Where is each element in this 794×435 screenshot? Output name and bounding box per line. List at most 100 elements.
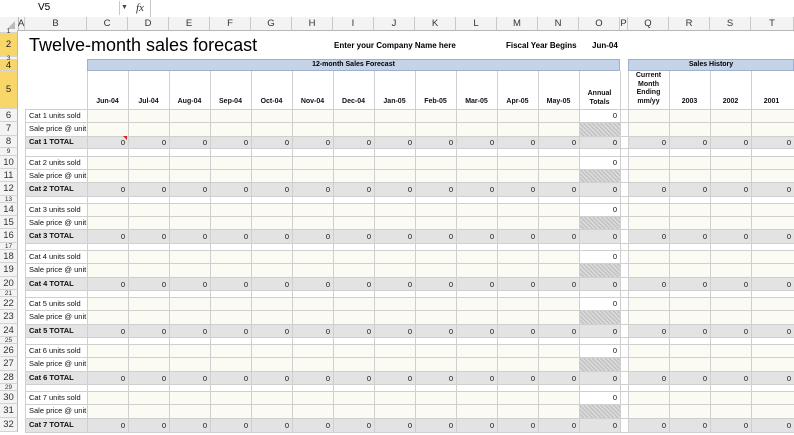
row-gridline bbox=[25, 156, 794, 157]
total-value: 0 bbox=[407, 280, 412, 289]
column-header-i[interactable]: I bbox=[333, 17, 374, 30]
total-value: 0 bbox=[661, 232, 666, 241]
total-value: 0 bbox=[743, 138, 748, 147]
row-header-32[interactable]: 32 bbox=[0, 418, 18, 432]
column-header-q[interactable]: Q bbox=[628, 17, 669, 30]
annual-units-value: 0 bbox=[612, 393, 617, 402]
name-box-dropdown-icon[interactable]: ▼ bbox=[121, 4, 128, 11]
row-header-21[interactable]: 21 bbox=[0, 290, 18, 297]
total-value: 0 bbox=[407, 138, 412, 147]
total-value: 0 bbox=[325, 232, 330, 241]
column-header-h[interactable]: H bbox=[292, 17, 333, 30]
name-box[interactable]: V5 bbox=[2, 1, 120, 15]
row-header-12[interactable]: 12 bbox=[0, 182, 18, 196]
row-header-9[interactable]: 9 bbox=[0, 148, 18, 156]
row-header-10[interactable]: 10 bbox=[0, 156, 18, 169]
total-value: 0 bbox=[448, 421, 453, 430]
column-header-o[interactable]: O bbox=[579, 17, 620, 30]
row-header-26[interactable]: 26 bbox=[0, 344, 18, 357]
row-header-22[interactable]: 22 bbox=[0, 297, 18, 310]
row-header-31[interactable]: 31 bbox=[0, 404, 18, 418]
row-header-14[interactable]: 14 bbox=[0, 203, 18, 216]
row-header-27[interactable]: 27 bbox=[0, 357, 18, 371]
row-header-30[interactable]: 30 bbox=[0, 391, 18, 404]
row-header-25[interactable]: 25 bbox=[0, 337, 18, 344]
total-value: 0 bbox=[661, 421, 666, 430]
row-header-23[interactable]: 23 bbox=[0, 310, 18, 324]
month-header: Mar-05 bbox=[465, 98, 488, 105]
row-header-7[interactable]: 7 bbox=[0, 122, 18, 136]
total-value: 0 bbox=[407, 421, 412, 430]
column-header-f[interactable]: F bbox=[210, 17, 251, 30]
category-total-label: Cat 2 TOTAL bbox=[29, 184, 74, 193]
total-value: 0 bbox=[120, 185, 125, 194]
row-header-28[interactable]: 28 bbox=[0, 371, 18, 384]
column-header-b[interactable]: B bbox=[25, 17, 87, 30]
row-gridline bbox=[25, 297, 794, 298]
total-value: 0 bbox=[612, 138, 617, 147]
total-value: 0 bbox=[743, 374, 748, 383]
column-header-k[interactable]: K bbox=[415, 17, 456, 30]
total-value: 0 bbox=[530, 185, 535, 194]
total-value: 0 bbox=[325, 280, 330, 289]
total-value: 0 bbox=[612, 374, 617, 383]
column-header-d[interactable]: D bbox=[128, 17, 169, 30]
column-header-c[interactable]: C bbox=[87, 17, 128, 30]
column-header-t[interactable]: T bbox=[751, 17, 794, 30]
row-header-29[interactable]: 29 bbox=[0, 384, 18, 391]
column-header-s[interactable]: S bbox=[710, 17, 751, 30]
column-header-m[interactable]: M bbox=[497, 17, 538, 30]
insert-function-icon[interactable]: fx bbox=[136, 0, 151, 17]
row-header-19[interactable]: 19 bbox=[0, 263, 18, 277]
column-header-j[interactable]: J bbox=[374, 17, 415, 30]
category-units-label: Cat 1 units sold bbox=[29, 111, 81, 120]
row-header-8[interactable]: 8 bbox=[0, 136, 18, 148]
total-value: 0 bbox=[702, 374, 707, 383]
sheet-title: Twelve-month sales forecast bbox=[29, 35, 258, 55]
column-header-l[interactable]: L bbox=[456, 17, 497, 30]
row-header-24[interactable]: 24 bbox=[0, 324, 18, 337]
column-header-e[interactable]: E bbox=[169, 17, 210, 30]
row-header-13[interactable]: 13 bbox=[0, 196, 18, 203]
category-units-label: Cat 2 units sold bbox=[29, 158, 81, 167]
row-header-17[interactable]: 17 bbox=[0, 243, 18, 250]
row-header-18[interactable]: 18 bbox=[0, 250, 18, 263]
total-value: 0 bbox=[786, 232, 791, 241]
row-gridline bbox=[25, 203, 794, 204]
column-header-p[interactable]: P bbox=[620, 17, 628, 30]
column-header-g[interactable]: G bbox=[251, 17, 292, 30]
total-value: 0 bbox=[161, 280, 166, 289]
row-header-16[interactable]: 16 bbox=[0, 229, 18, 243]
category-total-label: Cat 1 TOTAL bbox=[29, 137, 74, 146]
total-value: 0 bbox=[702, 138, 707, 147]
total-value: 0 bbox=[786, 185, 791, 194]
total-value: 0 bbox=[786, 421, 791, 430]
total-value: 0 bbox=[366, 280, 371, 289]
total-value: 0 bbox=[325, 327, 330, 336]
row-header-5[interactable]: 5 bbox=[0, 71, 18, 109]
column-header-a[interactable]: A bbox=[18, 17, 25, 30]
category-price-label: Sale price @ unit bbox=[29, 171, 87, 180]
row-header-11[interactable]: 11 bbox=[0, 169, 18, 182]
month-header: Oct-04 bbox=[260, 98, 283, 105]
total-value: 0 bbox=[202, 138, 207, 147]
total-value: 0 bbox=[202, 374, 207, 383]
row-header-6[interactable]: 6 bbox=[0, 109, 18, 122]
total-value: 0 bbox=[702, 280, 707, 289]
row-header-4[interactable]: 4 bbox=[0, 60, 18, 71]
row-gridline bbox=[25, 357, 794, 358]
company-name: Enter your Company Name here bbox=[334, 41, 456, 50]
total-value: 0 bbox=[366, 185, 371, 194]
formula-input[interactable] bbox=[160, 1, 794, 15]
total-value: 0 bbox=[243, 185, 248, 194]
total-value: 0 bbox=[530, 327, 535, 336]
total-value: 0 bbox=[448, 138, 453, 147]
row-header-2[interactable]: 2 bbox=[0, 33, 18, 57]
row-gridline bbox=[25, 263, 794, 264]
row-header-20[interactable]: 20 bbox=[0, 277, 18, 290]
total-value: 0 bbox=[743, 232, 748, 241]
column-header-r[interactable]: R bbox=[669, 17, 710, 30]
total-value: 0 bbox=[702, 185, 707, 194]
column-header-n[interactable]: N bbox=[538, 17, 579, 30]
row-header-15[interactable]: 15 bbox=[0, 216, 18, 229]
